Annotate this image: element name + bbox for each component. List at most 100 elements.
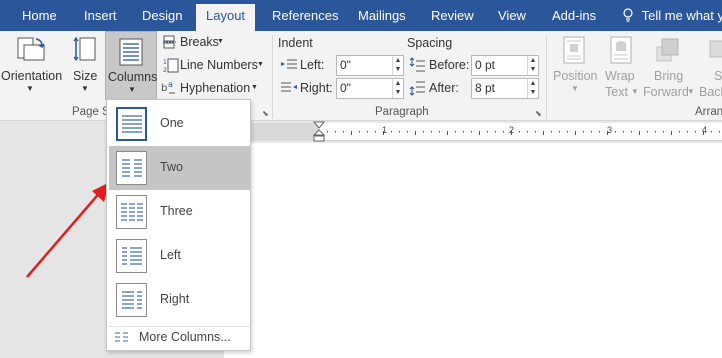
bring-forward-icon [656,38,679,62]
ruler-tick [551,131,552,133]
columns-dropdown-menu: One Two Three Left Right More Columns... [106,99,251,351]
chevron-down-icon: ▼ [217,38,224,45]
bring-forward-button[interactable]: Bring Forward ▼ [641,31,696,101]
menu-item-two[interactable]: Two [109,146,250,190]
menu-item-one[interactable]: One [109,102,250,146]
ruler-tick [671,131,672,135]
spacing-before-input[interactable]: 0 pt ▲ ▼ [471,55,539,76]
spinner-arrows-icon[interactable]: ▲ ▼ [527,56,538,75]
indent-left-input[interactable]: 0" ▲ ▼ [336,55,404,76]
tab-review[interactable]: Review [431,0,474,31]
ruler-tick [695,131,696,133]
menu-item-label: Two [160,160,183,174]
orientation-button[interactable]: Orientation ▼ [0,31,62,101]
ruler-tick [415,131,416,135]
tab-home[interactable]: Home [22,0,57,31]
spacing-after-icon [409,81,425,96]
line-numbers-label: Line Numbers [180,58,258,72]
chevron-down-icon: ▼ [571,84,579,93]
indent-right-label: Right: [300,81,333,95]
ruler-tick [487,131,488,133]
wrap-text-label-2: Text [605,85,628,99]
size-button[interactable]: Size ▼ [68,31,102,101]
spinner-arrows-icon[interactable]: ▲ ▼ [392,56,403,75]
paragraph-group-label: Paragraph [375,106,429,118]
line-numbers-button[interactable]: 12 Line Numbers ▼ [161,56,266,76]
columns-button[interactable]: Columns ▼ [105,31,157,100]
ruler-tick [327,131,328,133]
ruler-tick [639,131,640,135]
tab-layout[interactable]: Layout [196,4,256,31]
spacing-after-input[interactable]: 8 pt ▲ ▼ [471,78,539,99]
ruler-tick [591,131,592,133]
three-columns-icon [116,195,147,229]
hyphenation-button[interactable]: ba Hyphenation ▼ [161,79,266,99]
dialog-launcher-icon[interactable]: ⬊ [262,109,269,118]
svg-text:2: 2 [163,67,167,73]
size-icon [73,36,96,62]
tab-design[interactable]: Design [142,0,182,31]
ruler-number: 2 [509,125,515,135]
position-button[interactable]: Position ▼ [550,31,600,101]
menu-item-right[interactable]: Right [109,278,250,322]
svg-text:a: a [168,80,173,89]
wrap-text-button[interactable]: Wrap Text ▼ [602,31,640,101]
more-columns-icon [115,332,128,342]
ruler-tick [447,131,448,135]
ruler-tick [479,131,480,135]
tab-view[interactable]: View [498,0,526,31]
ruler-tick [359,131,360,133]
tell-me-box[interactable]: Tell me what y [622,0,722,31]
group-separator [272,35,273,119]
tell-me-text: Tell me what y [641,8,722,23]
tab-references[interactable]: References [272,0,338,31]
send-backward-button[interactable]: S Back [698,31,722,101]
ruler-tick [623,131,624,133]
dialog-launcher-icon[interactable]: ⬊ [535,109,542,118]
ruler-tick [567,131,568,133]
hyphenation-label: Hyphenation [180,81,251,95]
two-columns-icon [116,151,147,185]
ruler-tick [631,131,632,133]
spinner-arrows-icon[interactable]: ▲ ▼ [392,79,403,98]
menu-item-label: One [160,116,184,130]
ruler-tick [455,131,456,133]
menu-item-left[interactable]: Left [109,234,250,278]
tab-insert[interactable]: Insert [84,0,117,31]
line-numbers-icon: 12 [163,58,179,73]
ruler-number: 3 [607,125,613,135]
lightbulb-icon [623,8,633,22]
spacing-before-value: 0 pt [475,58,496,72]
ruler-tick [335,131,336,133]
position-label: Position [553,69,598,83]
ruler-tick [559,131,560,133]
ruler-tick [431,131,432,133]
arrange-group-label: Arran [695,106,722,118]
ruler-number: 4 [702,125,708,135]
breaks-button[interactable]: Breaks ▼ [161,33,261,53]
menu-item-three[interactable]: Three [109,190,250,234]
tab-mailings[interactable]: Mailings [358,0,406,31]
ruler-tick [655,131,656,133]
indent-left-value: 0" [340,58,351,72]
spacing-before-icon [409,57,425,72]
indent-left-icon [281,59,297,69]
breaks-icon [163,35,176,49]
hyphenation-icon: ba [161,80,175,94]
ruler-tick [599,131,600,133]
document-page[interactable] [224,143,722,358]
more-columns-item[interactable]: More Columns... [109,326,250,348]
right-column-icon [116,283,147,317]
indent-right-input[interactable]: 0" ▲ ▼ [336,78,404,99]
ruler-tick [535,131,536,133]
svg-text:1: 1 [163,59,167,66]
indent-marker-icon[interactable] [313,121,325,143]
tab-add-ins[interactable]: Add-ins [552,0,596,31]
ruler-tick [663,131,664,133]
bring-forward-label-2: Forward [643,85,689,99]
menu-item-label: Right [160,292,190,306]
ruler-tick [719,131,720,133]
spinner-arrows-icon[interactable]: ▲ ▼ [527,79,538,98]
ruler-tick [543,131,544,135]
bring-forward-label: Bring [654,69,684,83]
